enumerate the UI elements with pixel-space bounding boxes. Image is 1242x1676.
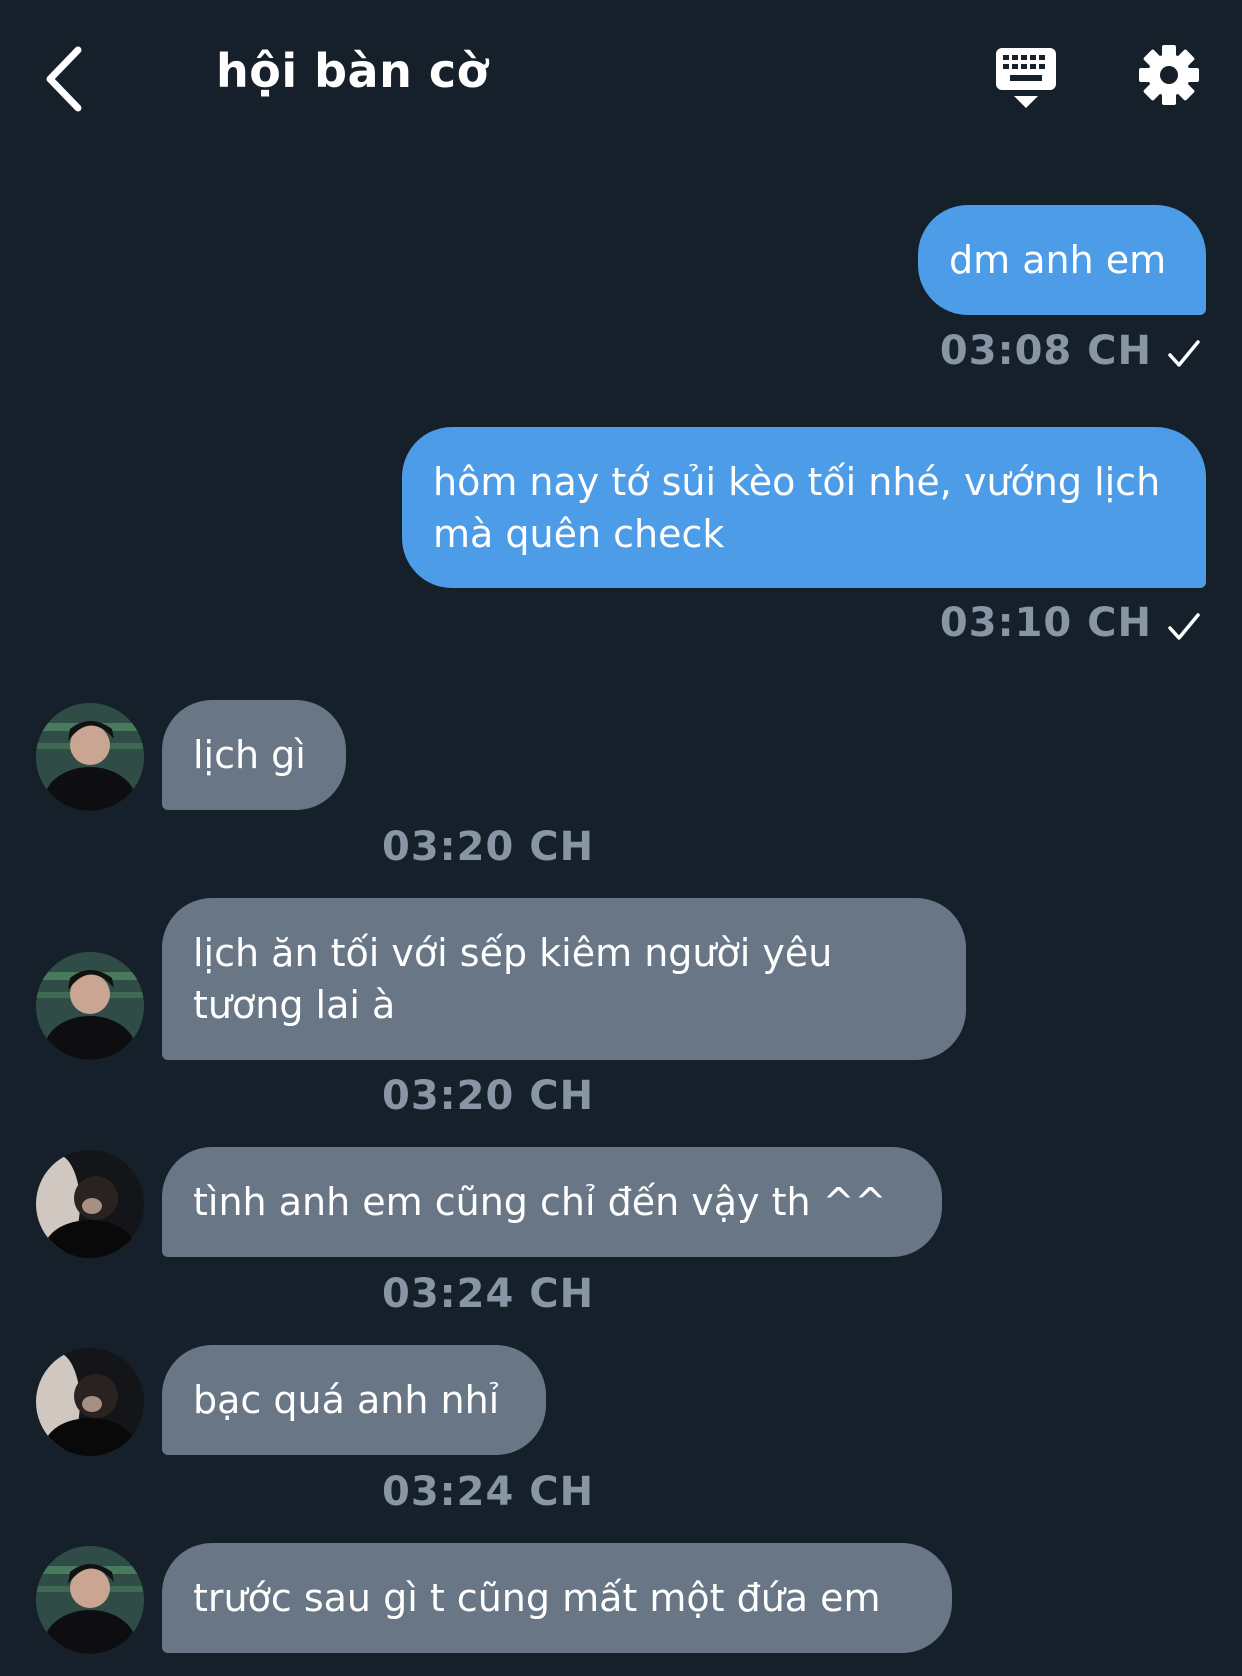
message-text: tình anh em cũng chỉ đến vậy th ^^ <box>193 1180 887 1224</box>
outgoing-message-bubble[interactable]: dm anh em <box>918 205 1206 315</box>
chat-header: hội bàn cờ <box>0 0 1242 150</box>
avatar[interactable] <box>36 1546 144 1654</box>
incoming-message-bubble[interactable]: tình anh em cũng chỉ đến vậy th ^^ <box>162 1147 942 1257</box>
settings-button[interactable] <box>1138 44 1200 106</box>
message-timestamp: 03:10 CH <box>939 600 1152 646</box>
avatar-photo <box>36 952 144 1060</box>
avatar[interactable] <box>36 1348 144 1456</box>
avatar[interactable] <box>36 1150 144 1258</box>
message-timestamp: 03:08 CH <box>939 328 1152 374</box>
avatar-photo <box>36 1348 144 1456</box>
message-text: dm anh em <box>949 238 1167 282</box>
keyboard-icon <box>996 48 1056 108</box>
message-timestamp: 03:20 CH <box>382 1073 595 1119</box>
message-timestamp: 03:20 CH <box>382 824 595 870</box>
message-text: bạc quá anh nhỉ <box>193 1378 500 1422</box>
incoming-message-bubble[interactable]: lịch gì <box>162 700 346 810</box>
gear-icon <box>1139 45 1199 105</box>
message-text: hôm nay tớ sủi kèo tối nhé, vướng lịch m… <box>433 459 1161 556</box>
message-timestamp: 03:24 CH <box>382 1469 595 1515</box>
keyboard-button[interactable] <box>994 46 1058 112</box>
avatar-photo <box>36 1150 144 1258</box>
incoming-message-bubble[interactable]: lịch ăn tối với sếp kiêm người yêu tương… <box>162 898 966 1060</box>
outgoing-message-bubble[interactable]: hôm nay tớ sủi kèo tối nhé, vướng lịch m… <box>402 427 1206 588</box>
message-timestamp: 03:24 CH <box>382 1271 595 1317</box>
incoming-message-bubble[interactable]: trước sau gì t cũng mất một đứa em <box>162 1543 952 1653</box>
avatar[interactable] <box>36 703 144 811</box>
message-text: lịch gì <box>193 733 306 777</box>
back-button[interactable] <box>40 42 100 112</box>
incoming-message-bubble[interactable]: bạc quá anh nhỉ <box>162 1345 546 1455</box>
message-text: lịch ăn tối với sếp kiêm người yêu tương… <box>193 931 833 1027</box>
read-check-icon <box>1168 613 1200 640</box>
avatar-photo <box>36 703 144 811</box>
read-check-icon <box>1168 340 1200 367</box>
avatar-photo <box>36 1546 144 1654</box>
chat-title: hội bàn cờ <box>216 44 489 98</box>
back-chevron-icon <box>46 46 82 112</box>
avatar[interactable] <box>36 952 144 1060</box>
message-text: trước sau gì t cũng mất một đứa em <box>193 1576 881 1620</box>
